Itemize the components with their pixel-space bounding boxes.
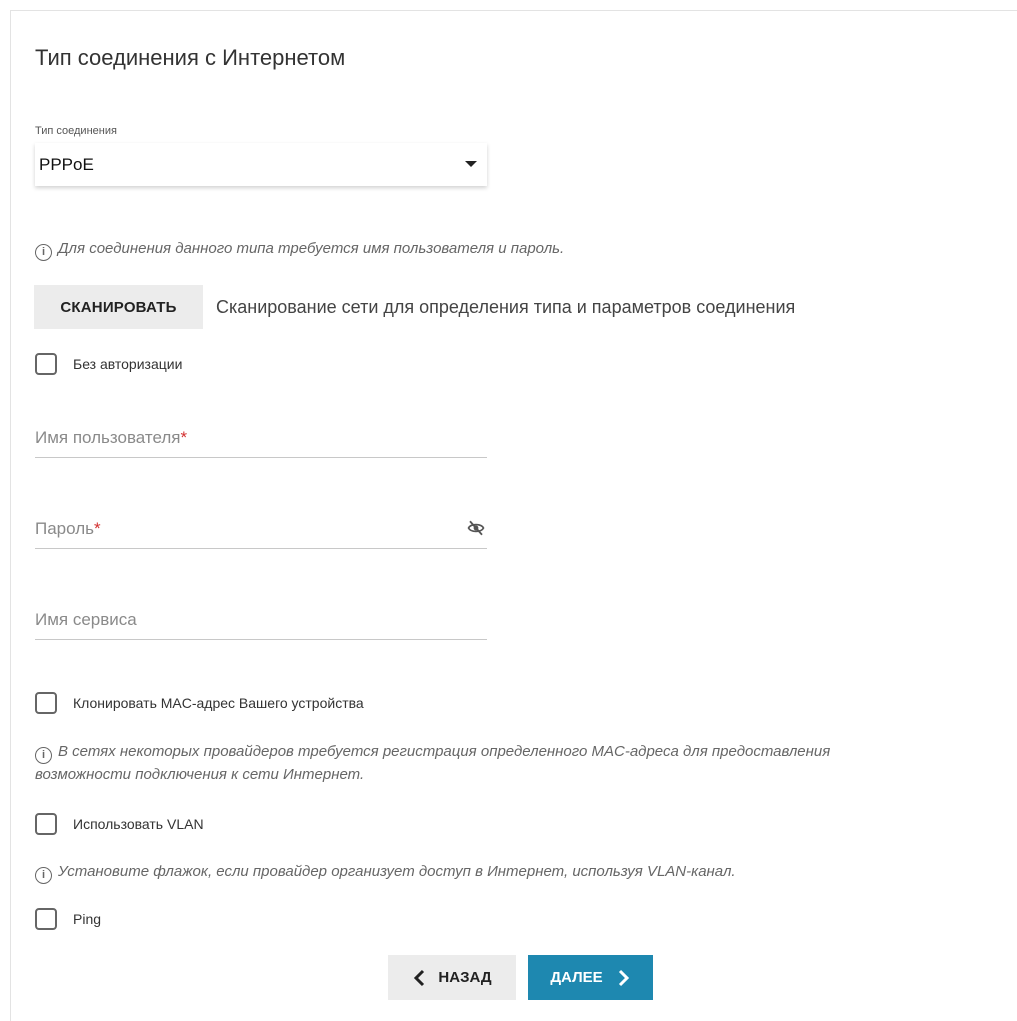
service-name-field[interactable]: Имя сервиса <box>35 600 487 640</box>
ping-checkbox[interactable] <box>35 908 57 930</box>
vlan-label: Использовать VLAN <box>73 816 204 832</box>
chevron-right-icon <box>618 969 629 986</box>
info-mac: i В сетях некоторых провайдеров требуется… <box>35 741 830 786</box>
password-field[interactable]: Пароль* <box>35 509 487 549</box>
info-icon: i <box>35 867 52 884</box>
info-vlan: i Установите флажок, если провайдер орган… <box>35 861 736 884</box>
username-placeholder: Имя пользователя* <box>35 428 188 447</box>
caret-down-icon <box>465 161 477 167</box>
scan-button[interactable]: СКАНИРОВАТЬ <box>34 285 203 329</box>
back-button[interactable]: НАЗАД <box>388 955 516 1000</box>
required-mark: * <box>180 428 188 447</box>
info-icon: i <box>35 747 52 764</box>
chevron-left-icon <box>414 969 425 986</box>
next-button[interactable]: ДАЛЕЕ <box>528 955 653 1000</box>
service-name-placeholder: Имя сервиса <box>35 610 137 629</box>
page-title: Тип соединения с Интернетом <box>35 45 346 70</box>
info-auth: i Для соединения данного типа требуется и… <box>35 238 564 261</box>
info-mac-text-line1: В сетях некоторых провайдеров требуется … <box>58 743 831 760</box>
connection-type-label: Тип соединения <box>35 125 117 137</box>
info-auth-text: Для соединения данного типа требуется им… <box>58 240 565 257</box>
username-field[interactable]: Имя пользователя* <box>35 418 487 458</box>
vlan-checkbox-row[interactable]: Использовать VLAN <box>35 813 204 835</box>
vlan-checkbox[interactable] <box>35 813 57 835</box>
info-vlan-text: Установите флажок, если провайдер органи… <box>58 863 736 880</box>
info-icon: i <box>35 244 52 261</box>
info-mac-text-line2: возможности подключения к сети Интернет. <box>35 766 365 783</box>
no-auth-label: Без авторизации <box>73 356 183 372</box>
ping-label: Ping <box>73 911 102 927</box>
next-button-label: ДАЛЕЕ <box>550 969 603 986</box>
clone-mac-checkbox[interactable] <box>35 692 57 714</box>
eye-off-icon[interactable] <box>467 519 485 537</box>
connection-type-select[interactable]: PPPoE <box>35 143 487 186</box>
scan-description: Сканирование сети для определения типа и… <box>216 297 796 317</box>
no-auth-checkbox-row[interactable]: Без авторизации <box>35 353 182 375</box>
password-placeholder: Пароль* <box>35 519 101 538</box>
back-button-label: НАЗАД <box>438 969 492 986</box>
ping-checkbox-row[interactable]: Ping <box>35 908 101 930</box>
connection-type-value: PPPoE <box>39 155 94 174</box>
no-auth-checkbox[interactable] <box>35 353 57 375</box>
required-mark: * <box>94 519 101 538</box>
clone-mac-label: Клонировать MAC-адрес Вашего устройства <box>73 695 364 711</box>
clone-mac-checkbox-row[interactable]: Клонировать MAC-адрес Вашего устройства <box>35 692 364 714</box>
